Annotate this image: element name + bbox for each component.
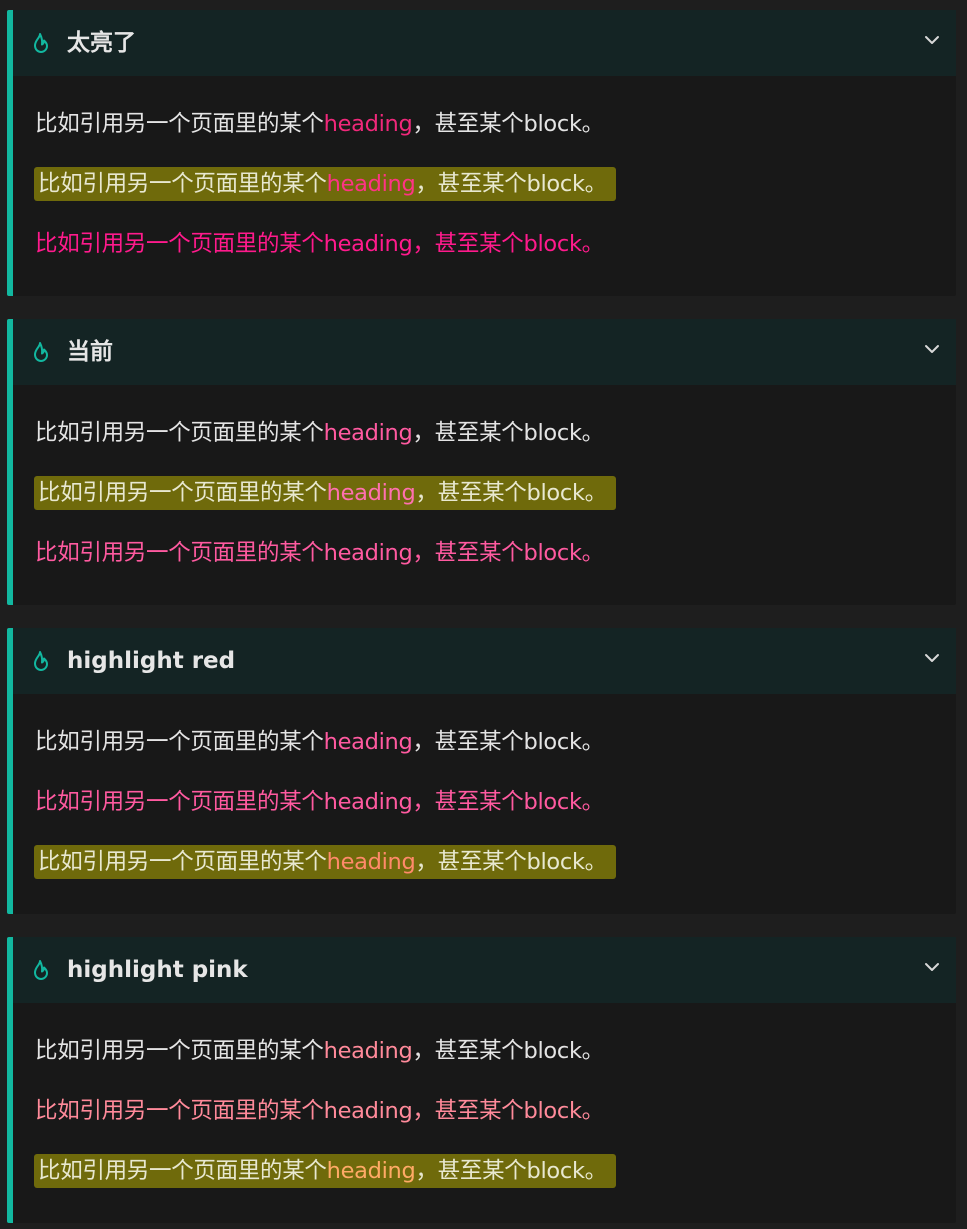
- callout-line-colored: 比如引用另一个页面里的某个heading，甚至某个block。: [35, 536, 604, 570]
- line-text: 比如引用另一个页面里的某个: [35, 420, 324, 446]
- callout-line-highlight: 比如引用另一个页面里的某个heading，甚至某个block。: [34, 476, 616, 510]
- callout-line-plain: 比如引用另一个页面里的某个heading，甚至某个block。: [35, 416, 604, 450]
- line-text: ，甚至某个block。: [415, 171, 607, 197]
- callout-line-colored: 比如引用另一个页面里的某个heading，甚至某个block。: [35, 1094, 604, 1128]
- heading-link[interactable]: heading: [327, 480, 416, 506]
- line-text: ，甚至某个block。: [415, 1158, 607, 1184]
- line-text: 比如引用另一个页面里的某个: [35, 1038, 324, 1064]
- line-text: 比如引用另一个页面里的某个: [38, 171, 327, 197]
- line-text: ，甚至某个block。: [415, 849, 607, 875]
- callout-line-plain: 比如引用另一个页面里的某个heading，甚至某个block。: [35, 725, 604, 759]
- callout-2: highlight red 比如引用另一个页面里的某个heading，甚至某个b…: [7, 628, 956, 914]
- callout-line-plain: 比如引用另一个页面里的某个heading，甚至某个block。: [35, 1034, 604, 1068]
- line-text: ，甚至某个block。: [412, 1098, 604, 1124]
- line-text: 比如引用另一个页面里的某个: [35, 231, 324, 257]
- line-text: 比如引用另一个页面里的某个: [35, 729, 324, 755]
- heading-link[interactable]: heading: [324, 1098, 413, 1124]
- callout-line-colored: 比如引用另一个页面里的某个heading，甚至某个block。: [35, 785, 604, 819]
- callout-header[interactable]: highlight pink: [13, 937, 956, 1003]
- line-text: 比如引用另一个页面里的某个: [38, 1158, 327, 1184]
- chevron-down-icon[interactable]: [922, 30, 942, 50]
- line-text: 比如引用另一个页面里的某个: [35, 540, 324, 566]
- line-text: 比如引用另一个页面里的某个: [35, 789, 324, 815]
- callout-body: 比如引用另一个页面里的某个heading，甚至某个block。 比如引用另一个页面…: [13, 694, 956, 914]
- flame-icon: [31, 959, 51, 981]
- callout-line-highlight: 比如引用另一个页面里的某个heading，甚至某个block。: [34, 1154, 616, 1188]
- flame-icon: [31, 32, 51, 54]
- line-text: ，甚至某个block。: [412, 111, 604, 137]
- callout-0: 太亮了 比如引用另一个页面里的某个heading，甚至某个block。 比如引用另…: [7, 10, 956, 296]
- line-text: ，甚至某个block。: [412, 420, 604, 446]
- chevron-down-icon[interactable]: [922, 339, 942, 359]
- heading-link[interactable]: heading: [324, 231, 413, 257]
- line-text: 比如引用另一个页面里的某个: [35, 1098, 324, 1124]
- line-text: ，甚至某个block。: [412, 1038, 604, 1064]
- line-text: ，甚至某个block。: [415, 480, 607, 506]
- callout-line-highlight: 比如引用另一个页面里的某个heading，甚至某个block。: [34, 845, 616, 879]
- heading-link[interactable]: heading: [324, 729, 413, 755]
- heading-link[interactable]: heading: [324, 789, 413, 815]
- callout-list: 太亮了 比如引用另一个页面里的某个heading，甚至某个block。 比如引用另…: [0, 0, 967, 1229]
- flame-icon: [31, 650, 51, 672]
- line-text: ，甚至某个block。: [412, 729, 604, 755]
- callout-title: highlight red: [67, 648, 236, 674]
- line-text: ，甚至某个block。: [412, 789, 604, 815]
- callout-header[interactable]: 太亮了: [13, 10, 956, 76]
- chevron-down-icon[interactable]: [922, 957, 942, 977]
- callout-line-highlight: 比如引用另一个页面里的某个heading，甚至某个block。: [34, 167, 616, 201]
- line-text: 比如引用另一个页面里的某个: [35, 111, 324, 137]
- heading-link[interactable]: heading: [327, 849, 416, 875]
- chevron-down-icon[interactable]: [922, 648, 942, 668]
- callout-body: 比如引用另一个页面里的某个heading，甚至某个block。 比如引用另一个页面…: [13, 385, 956, 605]
- heading-link[interactable]: heading: [327, 1158, 416, 1184]
- heading-link[interactable]: heading: [324, 420, 413, 446]
- callout-line-plain: 比如引用另一个页面里的某个heading，甚至某个block。: [35, 107, 604, 141]
- callout-line-colored: 比如引用另一个页面里的某个heading，甚至某个block。: [35, 227, 604, 261]
- heading-link[interactable]: heading: [324, 540, 413, 566]
- heading-link[interactable]: heading: [324, 1038, 413, 1064]
- callout-title: 当前: [67, 339, 113, 365]
- callout-1: 当前 比如引用另一个页面里的某个heading，甚至某个block。 比如引用另一…: [7, 319, 956, 605]
- callout-header[interactable]: 当前: [13, 319, 956, 385]
- heading-link[interactable]: heading: [324, 111, 413, 137]
- callout-body: 比如引用另一个页面里的某个heading，甚至某个block。 比如引用另一个页面…: [13, 76, 956, 296]
- callout-3: highlight pink 比如引用另一个页面里的某个heading，甚至某个…: [7, 937, 956, 1223]
- callout-title: 太亮了: [67, 30, 136, 56]
- callout-body: 比如引用另一个页面里的某个heading，甚至某个block。 比如引用另一个页面…: [13, 1003, 956, 1223]
- flame-icon: [31, 341, 51, 363]
- callout-title: highlight pink: [67, 957, 248, 983]
- callout-header[interactable]: highlight red: [13, 628, 956, 694]
- line-text: 比如引用另一个页面里的某个: [38, 480, 327, 506]
- line-text: ，甚至某个block。: [412, 540, 604, 566]
- line-text: ，甚至某个block。: [412, 231, 604, 257]
- heading-link[interactable]: heading: [327, 171, 416, 197]
- line-text: 比如引用另一个页面里的某个: [38, 849, 327, 875]
